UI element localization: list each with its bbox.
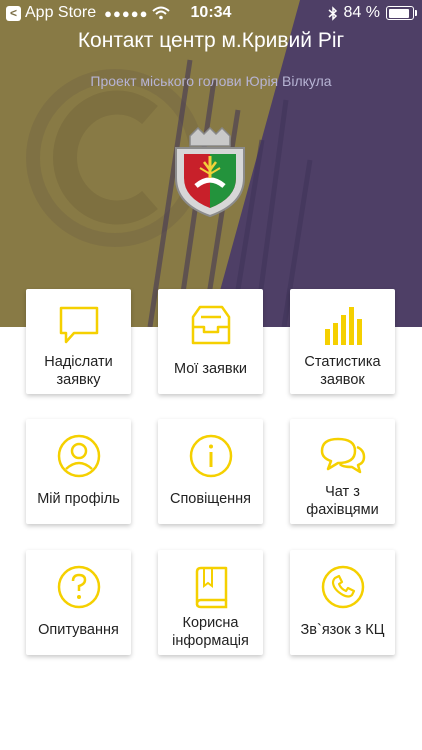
- tile-label: Статистика заявок: [304, 354, 381, 388]
- tile-my-profile[interactable]: Мій профіль: [26, 419, 131, 524]
- bluetooth-icon: [328, 5, 337, 21]
- tile-label: Опитування: [38, 622, 119, 638]
- tile-label: Сповіщення: [169, 491, 251, 507]
- question-icon: [57, 565, 100, 609]
- inbox-tray-icon: [191, 305, 230, 345]
- tile-useful-info[interactable]: Корисна інформація: [158, 550, 263, 655]
- tile-label: Мої заявки: [173, 361, 248, 377]
- tile-notifications[interactable]: Сповіщення: [158, 419, 263, 524]
- info-icon: [189, 434, 232, 478]
- tile-surveys[interactable]: Опитування: [26, 550, 131, 655]
- hero-banner: < App Store ●●●●● 10:34 84 % Контакт цен…: [0, 0, 422, 327]
- city-emblem: [175, 126, 245, 218]
- chat-icon: [320, 437, 365, 474]
- page-subtitle: Проект міського голови Юрія Вілкула: [90, 73, 332, 89]
- tile-label: Чат з фахівцями: [306, 484, 379, 518]
- phone-icon: [321, 565, 364, 609]
- battery-icon: [386, 6, 417, 20]
- tile-contact-center[interactable]: Зв`язок з КЦ: [290, 550, 395, 655]
- bar-chart-icon: [324, 307, 362, 345]
- tile-chat-experts[interactable]: Чат з фахівцями: [290, 419, 395, 524]
- user-profile-icon: [57, 434, 100, 478]
- tile-label: Надіслати заявку: [44, 354, 113, 388]
- status-bar: < App Store ●●●●● 10:34 84 %: [0, 0, 422, 28]
- tile-my-requests[interactable]: Мої заявки: [158, 289, 263, 394]
- message-icon: [59, 306, 98, 344]
- battery-percent: 84 %: [343, 4, 380, 21]
- tile-send-request[interactable]: Надіслати заявку: [26, 289, 131, 394]
- tile-label: Корисна інформація: [172, 615, 249, 649]
- tile-label: Зв`язок з КЦ: [300, 622, 385, 638]
- page-title: Контакт центр м.Кривий Ріг: [77, 29, 345, 52]
- tile-statistics[interactable]: Статистика заявок: [290, 289, 395, 394]
- book-icon: [195, 566, 227, 609]
- tile-label: Мій профіль: [37, 491, 120, 507]
